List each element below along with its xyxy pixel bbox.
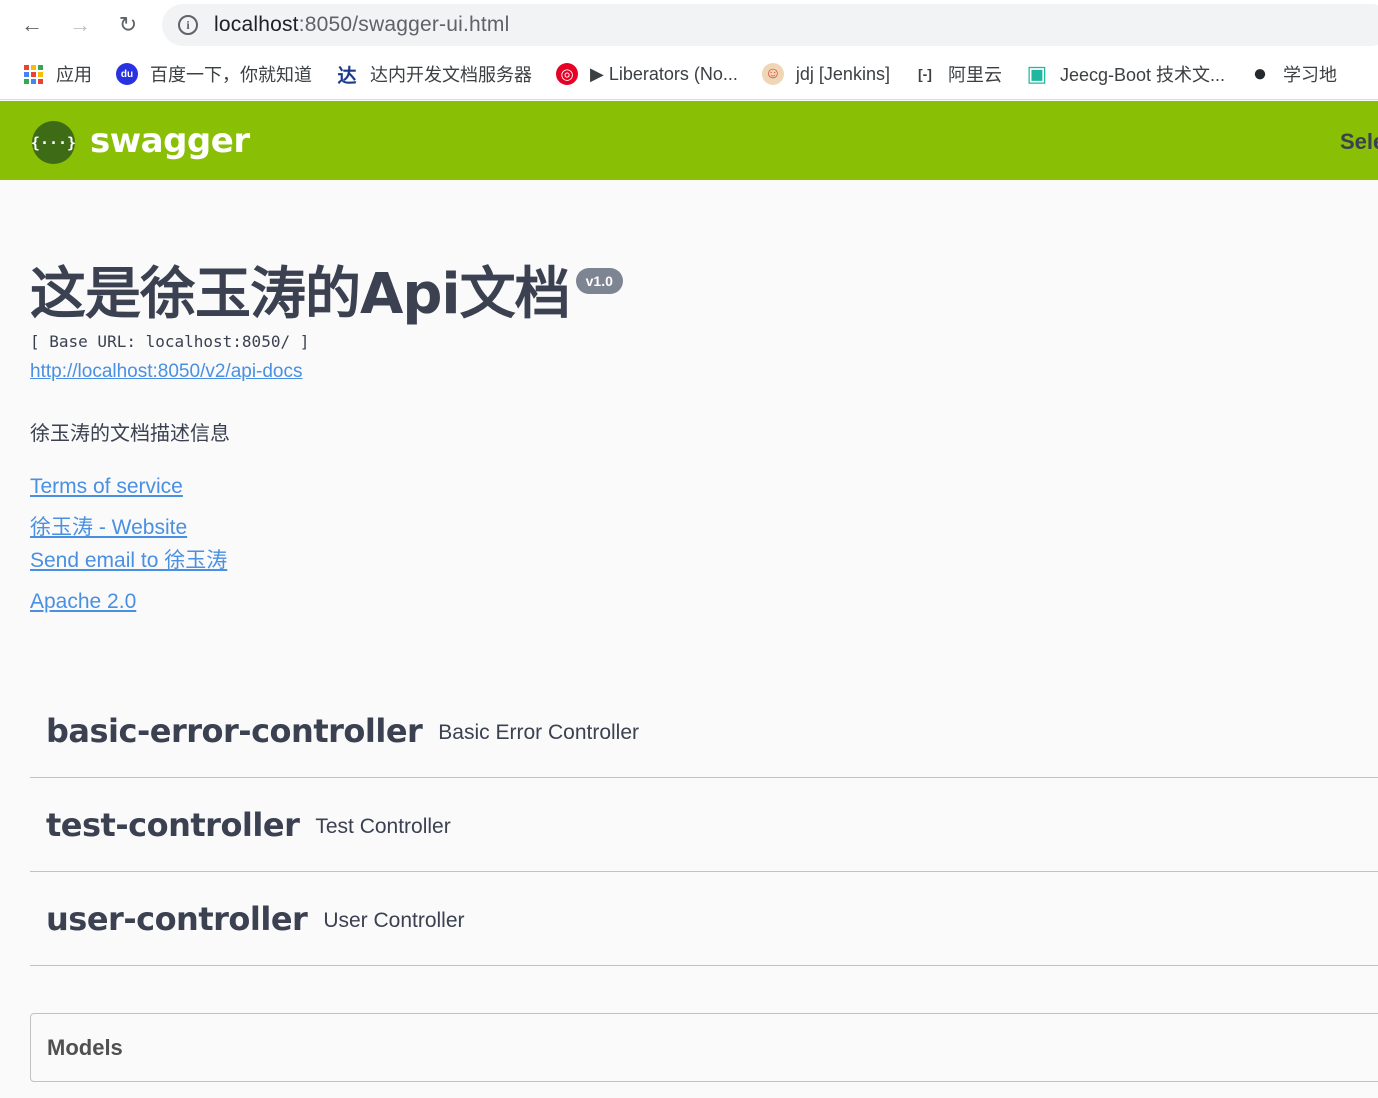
bookmark-label: 百度一下，你就知道 [150, 65, 312, 85]
tag-basic-error-controller[interactable]: basic-error-controller Basic Error Contr… [30, 684, 1378, 778]
swagger-logo-icon[interactable]: {···} [31, 121, 76, 164]
tarena-icon: 达 [337, 65, 357, 87]
reload-button[interactable]: ↻ [111, 8, 145, 42]
bookmark-apps[interactable]: 应用 [22, 61, 92, 87]
api-info: 这是徐玉涛的Api文档 v1.0 [ Base URL: localhost:8… [30, 260, 1370, 618]
url-host: localhost [214, 13, 299, 36]
bookmark-label: Jeecg-Boot 技术文... [1059, 65, 1226, 85]
reload-icon: ↻ [118, 12, 138, 37]
back-button[interactable]: ← [15, 8, 49, 42]
contact-website-link[interactable]: 徐玉涛 - Website [30, 511, 1370, 544]
license-link[interactable]: Apache 2.0 [30, 585, 1370, 618]
address-bar[interactable]: i localhost:8050/swagger-ui.html [162, 4, 1378, 46]
jenkins-icon: ☺ [761, 63, 784, 85]
forward-button[interactable]: → [63, 8, 97, 42]
base-url: [ Base URL: localhost:8050/ ] [30, 332, 310, 351]
tag-name: test-controller [46, 805, 300, 844]
tag-user-controller[interactable]: user-controller User Controller [30, 872, 1378, 966]
bookmark-label: ▶ Liberators (No... [590, 63, 738, 84]
bookmark-jeecg[interactable]: ▣ Jeecg-Boot 技术文... [1026, 61, 1225, 87]
terms-of-service-link[interactable]: Terms of service [30, 470, 1370, 503]
models-title: Models [47, 1034, 123, 1060]
select-spec-label: Sele [1340, 129, 1378, 154]
contact-email-link[interactable]: Send email to 徐玉涛 [30, 544, 1370, 577]
bookmark-tarena[interactable]: 达 达内开发文档服务器 [336, 61, 532, 87]
version-badge: v1.0 [575, 268, 623, 294]
apps-grid-icon [22, 63, 44, 85]
netease-music-icon: ◎ [556, 63, 578, 85]
title-row: 这是徐玉涛的Api文档 v1.0 [30, 260, 1370, 330]
bookmark-label: 应用 [56, 65, 92, 85]
models-section[interactable]: Models [30, 1013, 1378, 1082]
forward-arrow-icon: → [69, 12, 91, 37]
bookmark-label: 达内开发文档服务器 [370, 65, 532, 85]
info-icon[interactable]: i [178, 15, 198, 35]
swagger-logo-text[interactable]: swagger [90, 121, 250, 161]
bookmark-baidu[interactable]: du 百度一下，你就知道 [116, 61, 312, 87]
bookmark-aliyun[interactable]: [-] 阿里云 [914, 61, 1002, 87]
bookmark-label: 学习地 [1283, 65, 1338, 85]
api-description: 徐玉涛的文档描述信息 [30, 423, 230, 445]
url-text[interactable]: localhost:8050/swagger-ui.html [214, 13, 510, 37]
back-arrow-icon: ← [21, 12, 43, 37]
baidu-paw-icon: du [116, 63, 138, 85]
tag-description: Test Controller [315, 814, 451, 838]
bookmark-github[interactable]: ● 学习地 [1249, 60, 1338, 87]
swagger-topbar: {···} swagger Sele [0, 101, 1378, 180]
api-title: 这是徐玉涛的Api文档 [30, 262, 571, 327]
bookmark-liberators[interactable]: ◎ ▶ Liberators (No... [556, 63, 738, 85]
browser-chrome: ← → ↻ i localhost:8050/swagger-ui.html 应… [0, 0, 1378, 100]
url-path: :8050/swagger-ui.html [298, 13, 510, 36]
bookmark-jenkins[interactable]: ☺ jdj [Jenkins] [761, 63, 890, 85]
tag-name: basic-error-controller [46, 711, 423, 750]
tag-test-controller[interactable]: test-controller Test Controller [30, 778, 1378, 872]
tag-name: user-controller [46, 899, 308, 938]
bookmark-label: jdj [Jenkins] [795, 63, 890, 84]
github-icon: ● [1252, 60, 1268, 87]
aliyun-icon: [-] [917, 66, 932, 82]
bookmarks-bar: 应用 du 百度一下，你就知道 达 达内开发文档服务器 ◎ ▶ Liberato… [0, 52, 1378, 96]
bookmark-label: 阿里云 [947, 65, 1002, 85]
jeecg-icon: ▣ [1026, 61, 1048, 86]
api-docs-link[interactable]: http://localhost:8050/v2/api-docs [30, 361, 303, 383]
tag-description: User Controller [323, 908, 465, 932]
tag-description: Basic Error Controller [438, 720, 640, 744]
